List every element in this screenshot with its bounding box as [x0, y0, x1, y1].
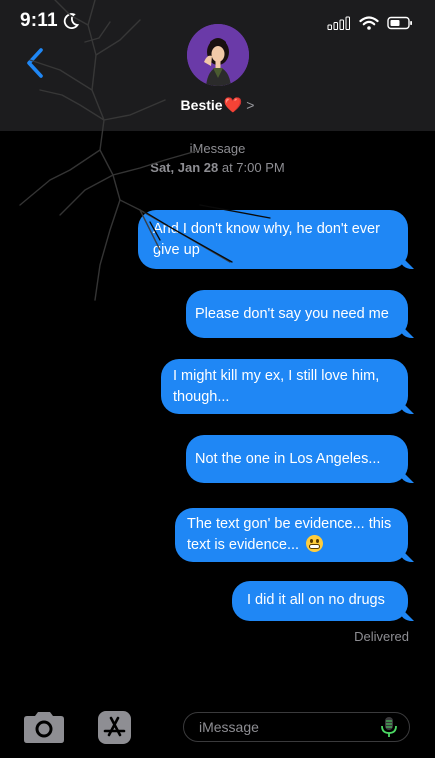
contact-avatar[interactable]: [187, 24, 249, 86]
message-text: I might kill my ex, I still love him, th…: [173, 368, 380, 405]
date-day: Sat, Jan 28: [150, 160, 219, 175]
moon-icon: [63, 13, 79, 29]
avatar-illustration: [187, 24, 249, 86]
message-bubble[interactable]: And I don't know why, he don't ever give…: [138, 210, 408, 269]
service-label: iMessage: [189, 141, 246, 156]
date-time: at 7:00 PM: [221, 160, 285, 175]
message-text: Please don't say you need me: [195, 306, 389, 322]
camera-icon[interactable]: [21, 710, 67, 744]
message-bubble[interactable]: I did it all on no drugs: [232, 581, 408, 621]
message-text: And I don't know why, he don't ever give…: [153, 221, 380, 258]
appstore-icon[interactable]: [98, 711, 131, 744]
chevron-left-icon[interactable]: [22, 47, 50, 79]
message-input[interactable]: [199, 718, 369, 736]
message-bubble[interactable]: I might kill my ex, I still love him, th…: [161, 359, 408, 414]
contact-name: Bestie: [180, 97, 223, 113]
message-input-field[interactable]: [183, 712, 410, 742]
grimacing-emoji-icon: [306, 535, 324, 552]
message-text: The text gon' be evidence... this text i…: [187, 516, 392, 553]
signal-icon: [327, 16, 350, 30]
delivery-status: Delivered: [354, 629, 409, 644]
microphone-icon[interactable]: [378, 715, 400, 739]
message-bubble[interactable]: The text gon' be evidence... this text i…: [175, 508, 408, 562]
wifi-icon: [359, 16, 379, 30]
battery-icon: [387, 16, 412, 30]
message-bubble[interactable]: Not the one in Los Angeles...: [186, 435, 408, 483]
status-icons: [327, 16, 413, 30]
conversation-date: Sat, Jan 28 at 7:00 PM: [0, 160, 435, 175]
message-text: I did it all on no drugs: [247, 592, 385, 608]
status-time: 9:11: [20, 10, 58, 31]
contact-name-row[interactable]: Bestie❤️ >: [0, 96, 435, 114]
contact-chevron: >: [246, 97, 255, 113]
message-bubble[interactable]: Please don't say you need me: [186, 290, 408, 338]
composer-bar: [0, 700, 435, 758]
heart-icon: ❤️: [223, 97, 243, 114]
nav-header: 9:11 Bestie❤️ >: [0, 0, 435, 131]
message-text: Not the one in Los Angeles...: [195, 451, 381, 467]
appstore-glyph: [103, 716, 126, 737]
